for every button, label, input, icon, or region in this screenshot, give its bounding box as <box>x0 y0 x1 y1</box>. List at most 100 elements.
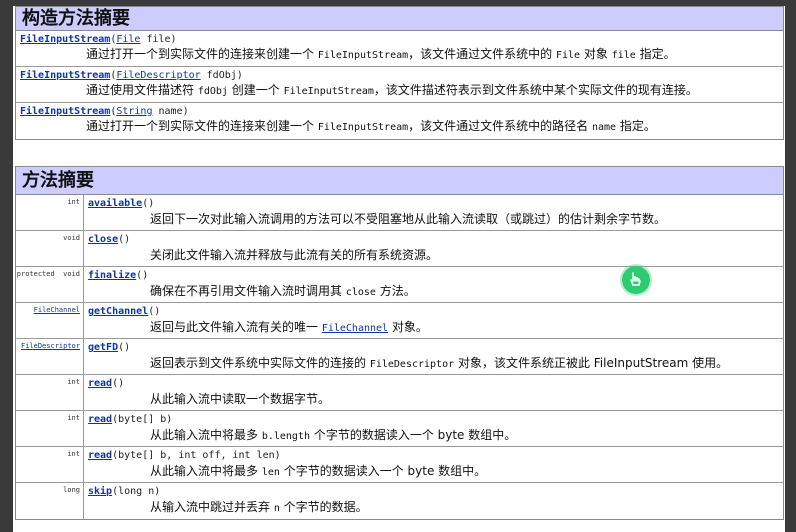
return-type: void <box>63 234 80 242</box>
method-signature: read() <box>88 377 779 391</box>
method-summary-title: 方法摘要 <box>16 167 783 195</box>
constructor-link[interactable]: FileInputStream <box>20 106 110 117</box>
javadoc-page: 构造方法摘要 FileInputStream(File file) 通过打开一个… <box>13 6 785 532</box>
constructor-signature: FileInputStream(String name) <box>20 106 189 117</box>
constructor-link[interactable]: FileInputStream <box>20 34 110 45</box>
param-type-link[interactable]: File <box>116 34 140 45</box>
method-return-type: FileDescriptor <box>16 339 84 374</box>
inline-code: close <box>345 287 376 298</box>
method-description: 返回表示到文件系统中实际文件的连接的 FileDescriptor 对象，该文件… <box>150 356 729 370</box>
method-return-type: protected void <box>16 267 84 302</box>
constructor-description: 通过打开一个到实际文件的连接来创建一个 FileInputStream，该文件通… <box>86 47 676 61</box>
method-link[interactable]: finalize <box>88 270 136 281</box>
method-row: void close() 关闭此文件输入流并释放与此流有关的所有系统资源。 <box>16 231 783 267</box>
method-body: close() 关闭此文件输入流并释放与此流有关的所有系统资源。 <box>84 231 783 266</box>
method-return-type: int <box>16 375 84 410</box>
method-params: (long n) <box>112 486 161 497</box>
method-description: 从此输入流中读取一个数据字节。 <box>150 392 331 406</box>
method-return-type: FileChannel <box>16 303 84 338</box>
method-return-type: int <box>16 195 84 230</box>
return-type: int <box>67 378 80 386</box>
method-params: () <box>118 234 131 245</box>
method-signature: read(byte[] b, int off, int len) <box>88 449 779 463</box>
constructor-row: FileInputStream(String name) 通过打开一个到实际文件… <box>16 103 783 139</box>
method-params: (byte[] b, int off, int len) <box>112 450 281 461</box>
constructor-summary-title: 构造方法摘要 <box>16 7 783 31</box>
return-type-link[interactable]: FileDescriptor <box>21 342 80 350</box>
return-type: int <box>67 450 80 458</box>
constructor-signature: FileInputStream(FileDescriptor fdObj) <box>20 70 243 81</box>
method-summary-table: 方法摘要 int available() 返回下一次对此输入流调用的方法可以不受阻塞… <box>15 166 784 520</box>
method-link[interactable]: getChannel <box>88 306 148 317</box>
param-type-link[interactable]: String <box>116 106 152 117</box>
constructor-row: FileInputStream(FileDescriptor fdObj) 通过… <box>16 67 783 103</box>
method-signature: finalize() <box>88 269 779 283</box>
constructor-description: 通过使用文件描述符 fdObj 创建一个 FileInputStream，该文件… <box>86 83 698 97</box>
constructor-description: 通过打开一个到实际文件的连接来创建一个 FileInputStream，该文件通… <box>86 119 656 133</box>
method-link[interactable]: read <box>88 414 112 425</box>
method-row: FileDescriptor getFD() 返回表示到文件系统中实际文件的连接的 … <box>16 339 783 375</box>
method-params: (byte[] b) <box>112 414 173 425</box>
constructor-signature: FileInputStream(File file) <box>20 34 177 45</box>
method-body: getChannel() 返回与此文件输入流有关的唯一 FileChannel 对… <box>84 303 783 338</box>
method-body: read(byte[] b) 从此输入流中将最多 b.length 个字节的数据读… <box>84 411 783 446</box>
method-link[interactable]: getFD <box>88 342 118 353</box>
method-signature: read(byte[] b) <box>88 413 779 427</box>
return-type-link[interactable]: FileChannel <box>34 306 80 314</box>
method-description: 确保在不再引用文件输入流时调用其 close 方法。 <box>150 284 416 298</box>
method-row: int read() 从此输入流中读取一个数据字节。 <box>16 375 783 411</box>
method-signature: close() <box>88 233 779 247</box>
method-link[interactable]: skip <box>88 486 112 497</box>
method-body: available() 返回下一次对此输入流调用的方法可以不受阻塞地从此输入流读取… <box>84 195 783 230</box>
method-description: 从此输入流中将最多 len 个字节的数据读入一个 byte 数组中。 <box>150 464 487 478</box>
method-link[interactable]: close <box>88 234 118 245</box>
method-row: int read(byte[] b) 从此输入流中将最多 b.length 个字节的… <box>16 411 783 447</box>
method-params: () <box>118 342 131 353</box>
method-body: read(byte[] b, int off, int len) 从此输入流中将最… <box>84 447 783 482</box>
method-description: 返回与此文件输入流有关的唯一 FileChannel 对象。 <box>150 320 428 334</box>
hand-pointer-icon <box>630 272 641 286</box>
inline-code: FileDescriptor <box>369 359 455 370</box>
method-link[interactable]: available <box>88 198 142 209</box>
method-return-type: void <box>16 231 84 266</box>
method-description: 关闭此文件输入流并释放与此流有关的所有系统资源。 <box>150 248 439 262</box>
method-body: read() 从此输入流中读取一个数据字节。 <box>84 375 783 410</box>
constructor-link[interactable]: FileInputStream <box>20 70 110 81</box>
method-link[interactable]: read <box>88 378 112 389</box>
constructor-row: FileInputStream(File file) 通过打开一个到实际文件的连… <box>16 31 783 67</box>
method-description: 从此输入流中将最多 b.length 个字节的数据读入一个 byte 数组中。 <box>150 428 517 442</box>
cursor <box>622 266 650 294</box>
method-description: 返回下一次对此输入流调用的方法可以不受阻塞地从此输入流读取（或跳过）的估计剩余字… <box>150 212 667 226</box>
method-row: FileChannel getChannel() 返回与此文件输入流有关的唯一 Fi… <box>16 303 783 339</box>
method-body: getFD() 返回表示到文件系统中实际文件的连接的 FileDescriptor… <box>84 339 783 374</box>
return-type: long <box>63 486 80 494</box>
method-params: () <box>112 378 125 389</box>
param-type-link[interactable]: FileDescriptor <box>116 70 200 81</box>
method-row: int available() 返回下一次对此输入流调用的方法可以不受阻塞地从此输入… <box>16 195 783 231</box>
method-signature: skip(long n) <box>88 485 779 499</box>
method-rows: int available() 返回下一次对此输入流调用的方法可以不受阻塞地从此输入… <box>16 195 783 519</box>
method-params: () <box>136 270 149 281</box>
method-signature: available() <box>88 197 779 211</box>
method-row: long skip(long n) 从输入流中跳过并丢弃 n 个字节的数据。 <box>16 483 783 519</box>
inline-code: len <box>261 467 280 478</box>
method-row: int read(byte[] b, int off, int len) 从此输入流… <box>16 447 783 483</box>
method-signature: getFD() <box>88 341 779 355</box>
method-signature: getChannel() <box>88 305 779 319</box>
method-link[interactable]: read <box>88 450 112 461</box>
inline-type-link[interactable]: FileChannel <box>322 323 388 334</box>
method-return-type: long <box>16 483 84 519</box>
method-row: protected void finalize() 确保在不再引用文件输入流时调用其… <box>16 267 783 303</box>
return-type: int <box>67 198 80 206</box>
return-type: void <box>63 270 80 278</box>
method-params: () <box>148 306 161 317</box>
method-description: 从输入流中跳过并丢弃 n 个字节的数据。 <box>150 500 368 514</box>
return-type: int <box>67 414 80 422</box>
method-return-type: int <box>16 411 84 446</box>
method-body: finalize() 确保在不再引用文件输入流时调用其 close 方法。 <box>84 267 783 302</box>
inline-code: b.length <box>261 431 310 442</box>
method-body: skip(long n) 从输入流中跳过并丢弃 n 个字节的数据。 <box>84 483 783 519</box>
method-modifier: protected <box>16 270 55 278</box>
constructor-summary-table: 构造方法摘要 FileInputStream(File file) 通过打开一个… <box>15 6 784 140</box>
method-return-type: int <box>16 447 84 482</box>
